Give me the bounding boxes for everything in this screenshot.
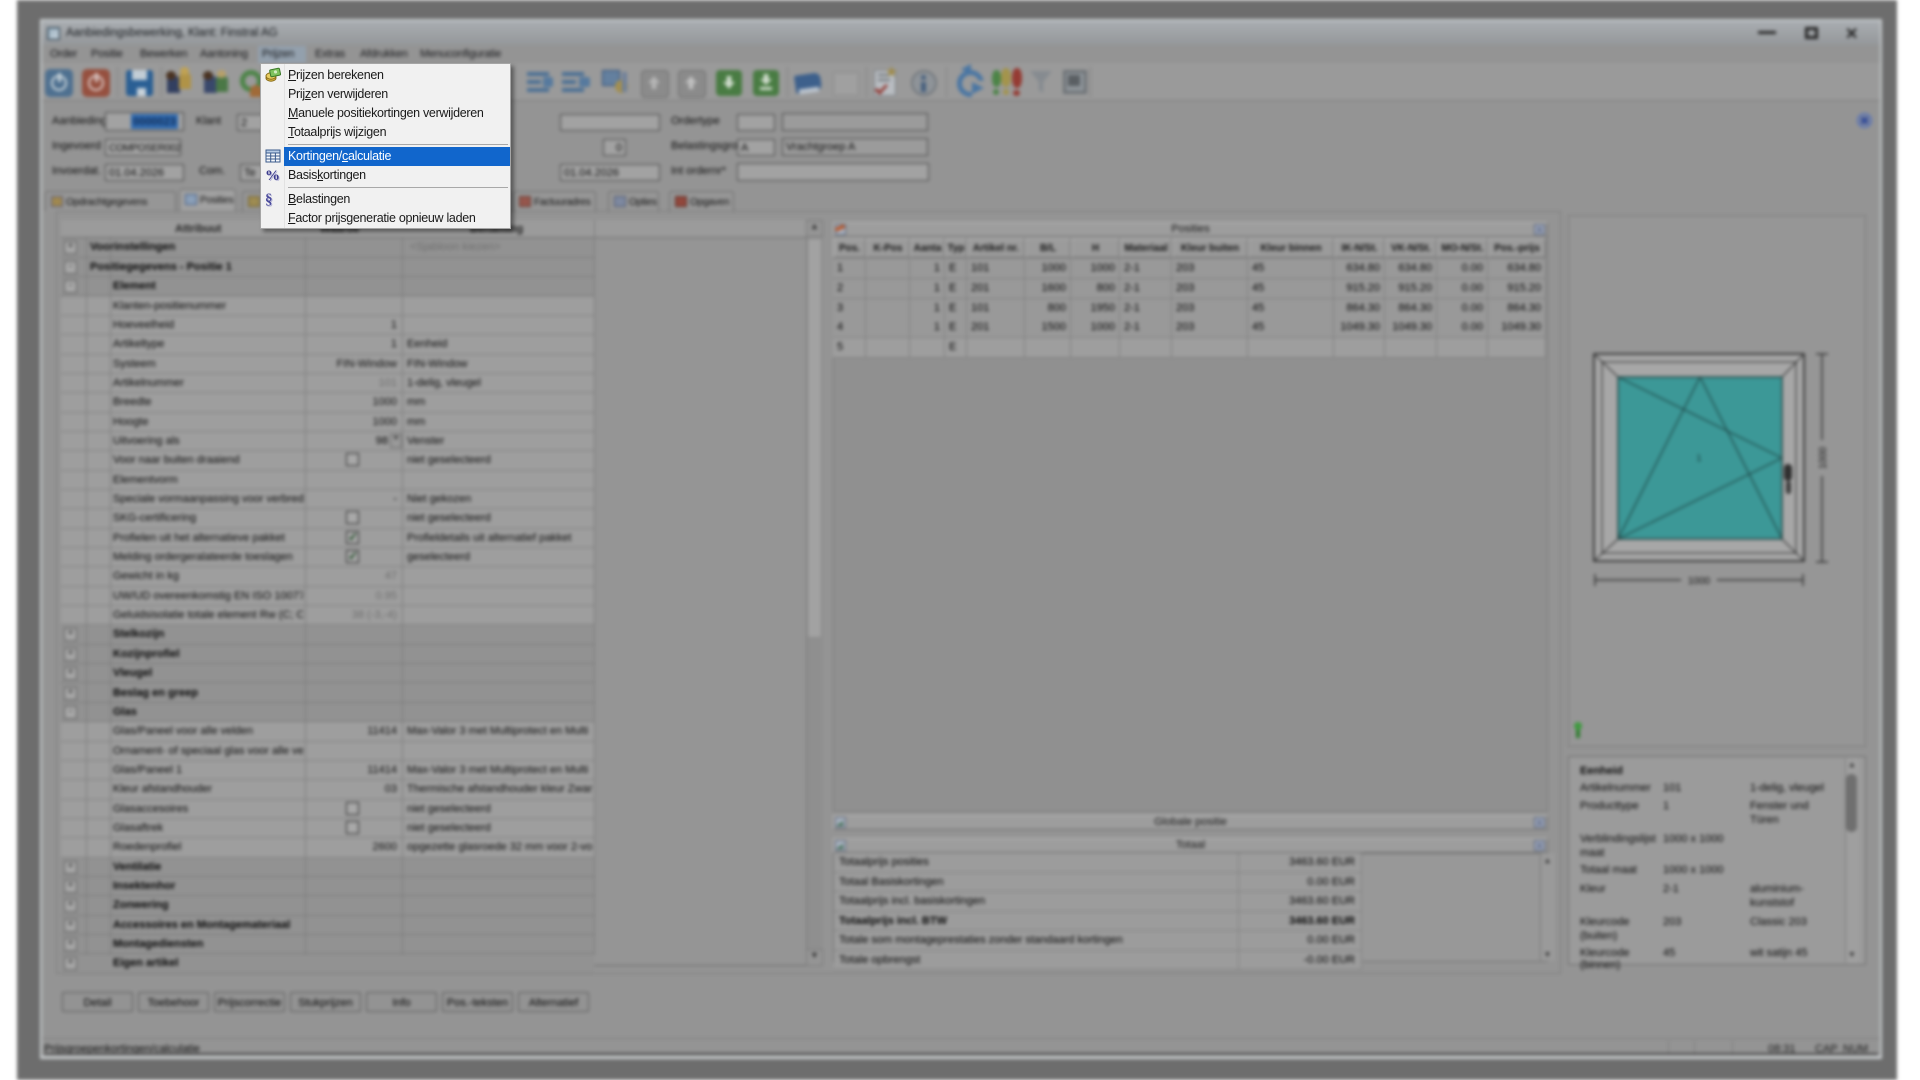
svg-text:1: 1 [1696,453,1701,463]
svg-text:1000: 1000 [1818,446,1829,469]
svg-text:1000: 1000 [1688,576,1711,587]
